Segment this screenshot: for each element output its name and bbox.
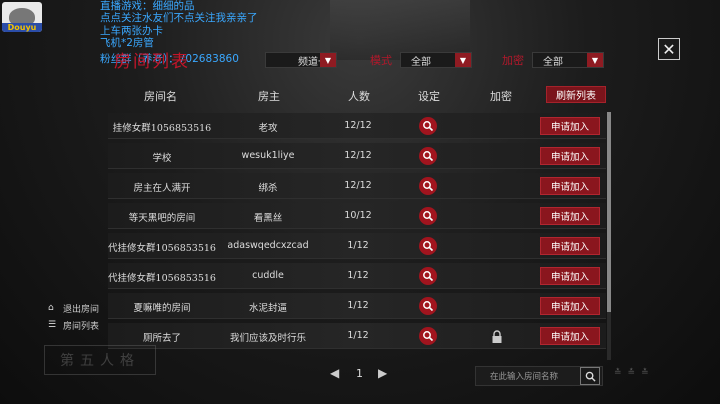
table-row[interactable]: 厕所去了 我们应该及时行乐 1/12 申请加入 (108, 323, 606, 349)
room-settings-button[interactable] (419, 177, 437, 195)
exit-room-label: 退出房间 (63, 305, 100, 315)
column-count: 人数 (348, 90, 370, 103)
join-room-button[interactable]: 申请加入 (540, 147, 600, 165)
close-icon[interactable]: ✕ (662, 40, 675, 59)
room-settings-button[interactable] (419, 297, 437, 315)
join-room-button[interactable]: 申请加入 (540, 267, 600, 285)
room-name-cell: 学校 (152, 153, 172, 164)
table-row[interactable]: 学校 wesuk1liye 12/12 申请加入 (108, 143, 606, 169)
logo-text: Douyu (2, 23, 42, 32)
room-name-cell: 代挂修女群1056853516 (108, 243, 216, 254)
page-title: 房间列表 (114, 52, 190, 72)
room-list-item[interactable]: ☰ 房间列表 (48, 317, 99, 334)
magnifier-icon (423, 241, 434, 252)
count-cell: 10/12 (344, 210, 372, 221)
join-room-button[interactable]: 申请加入 (540, 297, 600, 315)
room-settings-button[interactable] (419, 237, 437, 255)
room-name-cell: 代挂修女群1056853516 (108, 273, 216, 284)
owner-cell: 看黑丝 (253, 213, 283, 224)
left-menu: ⌂ 退出房间 ☰ 房间列表 (48, 300, 99, 334)
scrollbar-thumb[interactable] (607, 112, 611, 312)
refresh-list-button[interactable]: 刷新列表 (546, 86, 606, 103)
owner-cell: 我们应该及时行乐 (229, 333, 307, 344)
chevron-down-icon[interactable]: ▼ (455, 53, 471, 67)
room-list-label: 房间列表 (63, 322, 100, 332)
owner-cell: 水泥封逼 (248, 303, 288, 314)
join-room-button[interactable]: 申请加入 (540, 237, 600, 255)
magnifier-icon (423, 181, 434, 192)
owner-cell: 老攻 (258, 123, 278, 134)
count-cell: 12/12 (344, 180, 372, 191)
table-row[interactable]: 代挂修女群1056853516 cuddle 1/12 申请加入 (108, 263, 606, 289)
owner-cell: wesuk1liye (241, 150, 295, 161)
join-room-button[interactable]: 申请加入 (540, 117, 600, 135)
column-room-name: 房间名 (144, 90, 177, 103)
owner-cell: adaswqedcxzcad (227, 240, 309, 251)
owner-cell: cuddle (252, 270, 284, 281)
column-settings: 设定 (418, 90, 440, 103)
game-logo-stamp: 第五人格 (44, 345, 156, 375)
home-icon: ⌂ (48, 303, 54, 313)
owner-cell: 绑杀 (258, 183, 278, 194)
room-name-cell: 夏嘛唯的房间 (133, 303, 191, 314)
magnifier-icon (423, 301, 434, 312)
magnifier-icon (423, 331, 434, 342)
column-owner: 房主 (258, 90, 280, 103)
table-row[interactable]: 夏嘛唯的房间 水泥封逼 1/12 申请加入 (108, 293, 606, 319)
page-number: 1 (356, 367, 363, 380)
count-cell: 1/12 (347, 300, 369, 311)
mode-select[interactable]: 全部 ▼ (400, 52, 472, 68)
room-name-cell: 等天黑吧的房间 (128, 213, 196, 224)
column-encrypted: 加密 (490, 90, 512, 103)
count-cell: 1/12 (347, 270, 369, 281)
douyu-logo: Douyu (2, 2, 42, 32)
room-name-cell: 房主在人满开 (133, 183, 191, 194)
lock-label: 加密 (502, 54, 524, 67)
table-row[interactable]: 等天黑吧的房间 看黑丝 10/12 申请加入 (108, 203, 606, 229)
magnifier-icon (423, 271, 434, 282)
room-settings-button[interactable] (419, 117, 437, 135)
room-settings-button[interactable] (419, 327, 437, 345)
bottom-status-icons: ≛≛≛ (614, 368, 655, 378)
search-button[interactable] (580, 367, 600, 385)
mode-value: 全部 (411, 56, 431, 68)
list-icon: ☰ (48, 320, 57, 330)
overlay-line: 直播游戏：细细的品 (100, 0, 195, 12)
join-room-button[interactable]: 申请加入 (540, 177, 600, 195)
lock-select[interactable]: 全部 ▼ (532, 52, 604, 68)
table-row[interactable]: 房主在人满开 绑杀 12/12 申请加入 (108, 173, 606, 199)
count-cell: 12/12 (344, 150, 372, 161)
magnifier-icon (423, 121, 434, 132)
close-button[interactable]: ✕ (658, 38, 680, 60)
magnifier-icon (423, 151, 434, 162)
overlay-line: 点点关注水友们不点关注我亲亲了 (100, 12, 258, 25)
scrollbar[interactable] (607, 112, 611, 360)
background-light (330, 0, 470, 60)
table-row[interactable]: 代挂修女群1056853516 adaswqedcxzcad 1/12 申请加入 (108, 233, 606, 259)
room-settings-button[interactable] (419, 147, 437, 165)
chevron-down-icon[interactable]: ▼ (587, 53, 603, 67)
table-row[interactable]: 挂修女群1056853516 老攻 12/12 申请加入 (108, 113, 606, 139)
lock-value: 全部 (543, 56, 563, 68)
prev-page-icon[interactable]: ◀ (330, 366, 339, 380)
next-page-icon[interactable]: ▶ (378, 366, 387, 380)
join-room-button[interactable]: 申请加入 (540, 207, 600, 225)
chevron-down-icon[interactable]: ▼ (320, 53, 336, 67)
count-cell: 12/12 (344, 120, 372, 131)
channel-select[interactable]: 频道一 ▼ (265, 52, 337, 68)
count-cell: 1/12 (347, 330, 369, 341)
room-name-cell: 挂修女群1056853516 (112, 123, 212, 134)
count-cell: 1/12 (347, 240, 369, 251)
overlay-line: 上车两张办卡 (100, 24, 163, 37)
table-header: 房间名 房主 人数 设定 加密 刷新列表 (108, 84, 610, 106)
room-settings-button[interactable] (419, 267, 437, 285)
room-settings-button[interactable] (419, 207, 437, 225)
lock-icon (490, 329, 504, 343)
magnifier-icon (423, 211, 434, 222)
mode-label: 模式 (370, 54, 392, 67)
join-room-button[interactable]: 申请加入 (540, 327, 600, 345)
search-icon (585, 371, 596, 382)
exit-room-item[interactable]: ⌂ 退出房间 (48, 300, 99, 317)
room-name-cell: 厕所去了 (142, 333, 182, 344)
